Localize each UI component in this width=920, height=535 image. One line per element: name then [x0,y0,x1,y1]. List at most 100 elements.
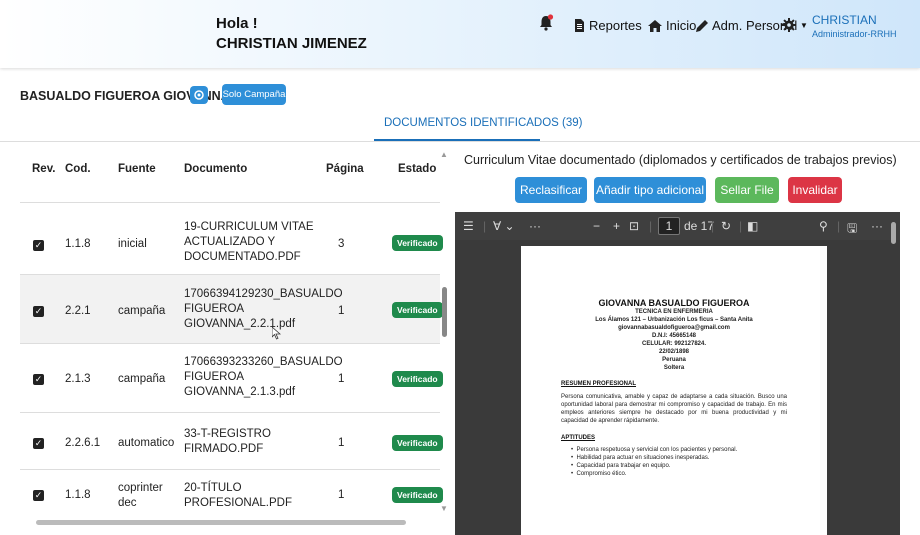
zoom-out-icon[interactable]: − [593,219,600,233]
cell-cod: 2.2.6.1 [65,437,101,449]
cell-fuente: inicial [118,238,147,250]
toolbar-separator: | [483,219,487,233]
fuente-line: coprinter [118,482,163,494]
page-number-input[interactable]: 1 [658,217,680,235]
nav-inicio-label: Inicio [666,18,697,33]
cell-fuente: coprinter dec [118,481,163,511]
scroll-down-arrow[interactable]: ▼ [440,504,448,513]
cv-estado-civil: Soltera [663,365,685,371]
notifications-button[interactable] [538,14,554,37]
settings-dropdown[interactable]: ▼ [782,18,808,32]
save-icon[interactable]: 🖫 [847,219,857,240]
cv-aptitudes-title: APTITUDES [561,435,596,441]
review-checkbox[interactable]: ✓ [33,490,44,501]
nav-inicio[interactable]: Inicio [648,18,696,33]
cv-address: Los Álamos 121 – Urbanización Los ficus … [595,317,753,323]
search-icon[interactable]: ⚲ [819,219,828,233]
sellar-file-button[interactable]: Sellar File [715,177,779,203]
pdf-toolbar: ☰ | ∀ ⌄ ··· − + ⊡ | 1 de 17 | ↻ | ◧ ⚲ | … [455,212,900,240]
cv-content: GIOVANNA BASUALDO FIGUEROA TECNICA EN EN… [561,298,787,478]
top-navbar: Hola ! CHRISTIAN JIMENEZ Reportes Inicio… [0,0,920,68]
viewer-scrollbar[interactable] [891,222,896,244]
more-tools-icon[interactable]: ··· [529,219,541,233]
doc-line: 17066393233260_BASUALDO [184,356,343,368]
reclasificar-button[interactable]: Reclasificar [515,177,587,203]
mouse-cursor-icon [272,327,281,340]
cell-fuente: campaña [118,305,166,317]
cell-documento: 19-CURRICULUM VITAE ACTUALIZADO Y DOCUME… [184,220,314,265]
cell-pagina: 1 [338,305,345,317]
doc-line: 33-T-REGISTRO [184,428,271,440]
target-button[interactable] [190,86,208,104]
table-row[interactable]: ✓ 2.1.3 campaña 17066393233260_BASUALDO … [20,344,443,413]
cv-nacionalidad: Peruana [662,357,686,363]
doc-line: 17066394129230_BASUALDO [184,288,343,300]
doc-line: 19-CURRICULUM VITAE [184,221,314,233]
nav-reportes-label: Reportes [589,18,642,33]
cell-cod: 1.1.8 [65,489,91,501]
bell-icon [540,14,554,31]
doc-line: GIOVANNA_2.2.1.pdf [184,318,296,330]
toolbar-separator: | [649,219,653,233]
doc-line: FIRMADO.PDF [184,443,264,455]
cell-documento: 17066393233260_BASUALDO FIGUEROA GIOVANN… [184,355,343,400]
status-badge: Verificado [392,302,443,318]
doc-line: GIOVANNA_2.1.3.pdf [184,386,296,398]
solo-campana-button[interactable]: Solo Campaña [222,84,286,105]
pdf-viewer[interactable]: ☰ | ∀ ⌄ ··· − + ⊡ | 1 de 17 | ↻ | ◧ ⚲ | … [455,212,900,535]
cv-title: TECNICA EN ENFERMERIA [635,309,713,315]
cell-cod: 1.1.8 [65,238,91,250]
scroll-thumb[interactable] [442,287,447,337]
horizontal-scrollbar[interactable] [36,520,406,525]
review-checkbox[interactable]: ✓ [33,438,44,449]
divider [0,141,920,142]
col-header-cod: Cod. [65,163,91,175]
review-checkbox[interactable]: ✓ [33,240,44,251]
fit-page-icon[interactable]: ⊡ [629,219,639,233]
table-row[interactable]: ✓ 1.1.8 inicial 19-CURRICULUM VITAE ACTU… [20,206,443,275]
documents-table: Rev. Cod. Fuente Documento Página Estado… [0,146,452,535]
pdf-page: GIOVANNA BASUALDO FIGUEROA TECNICA EN EN… [521,246,827,535]
cv-name: GIOVANNA BASUALDO FIGUEROA [598,298,750,308]
review-checkbox[interactable]: ✓ [33,306,44,317]
more-options-icon[interactable]: ··· [871,219,883,233]
toolbar-separator: | [739,219,743,233]
doc-line: DOCUMENTADO.PDF [184,251,301,263]
cell-documento: 17066394129230_BASUALDO FIGUEROA GIOVANN… [184,287,343,332]
cell-fuente: automatico [118,437,175,449]
doc-line: FIGUEROA [184,371,245,383]
invalidar-button[interactable]: Invalidar [788,177,842,203]
scroll-up-arrow[interactable]: ▲ [440,150,448,159]
cv-fecha: 22/02/1898 [658,349,690,355]
tab-documentos-identificados[interactable]: DOCUMENTOS IDENTIFICADOS (39) [384,117,583,129]
user-name: CHRISTIAN [812,13,877,27]
fuente-line: dec [118,497,137,509]
review-checkbox[interactable]: ✓ [33,374,44,385]
table-row[interactable]: ✓ 2.2.1 campaña 17066394129230_BASUALDO … [20,275,443,344]
status-badge: Verificado [392,235,443,251]
cv-resumen-text: Persona comunicativa, amable y capaz de … [561,394,787,424]
table-scrollbar[interactable]: ▲ ▼ [440,150,450,515]
list-item: • Capacidad para trabajar en equipo. [571,463,671,469]
add-additional-type-button[interactable]: Añadir tipo adicional [594,177,706,203]
user-role: Administrador-RRHH [812,29,897,39]
cell-pagina: 1 [338,437,345,449]
table-header-border [20,202,440,203]
pencil-icon [696,19,708,32]
nav-reportes[interactable]: Reportes [574,18,642,33]
cell-pagina: 3 [338,238,345,250]
col-header-rev: Rev. [32,163,56,175]
cv-resumen-title: RESUMEN PROFESIONAL [561,381,637,387]
table-row[interactable]: ✓ 2.2.6.1 automatico 33-T-REGISTRO FIRMA… [20,413,443,470]
target-icon [194,90,204,100]
zoom-in-icon[interactable]: + [613,219,620,233]
doc-line: PROFESIONAL.PDF [184,497,292,509]
highlight-icon[interactable]: ∀ ⌄ [493,219,515,233]
document-icon [575,19,584,32]
gear-icon [782,18,796,32]
outline-icon[interactable]: ☰ [463,219,474,233]
list-item: • Compromiso ético. [571,471,627,477]
page-view-icon[interactable]: ◧ [747,219,758,233]
user-menu[interactable]: CHRISTIAN Administrador-RRHH [812,13,897,41]
rotate-icon[interactable]: ↻ [721,219,731,233]
